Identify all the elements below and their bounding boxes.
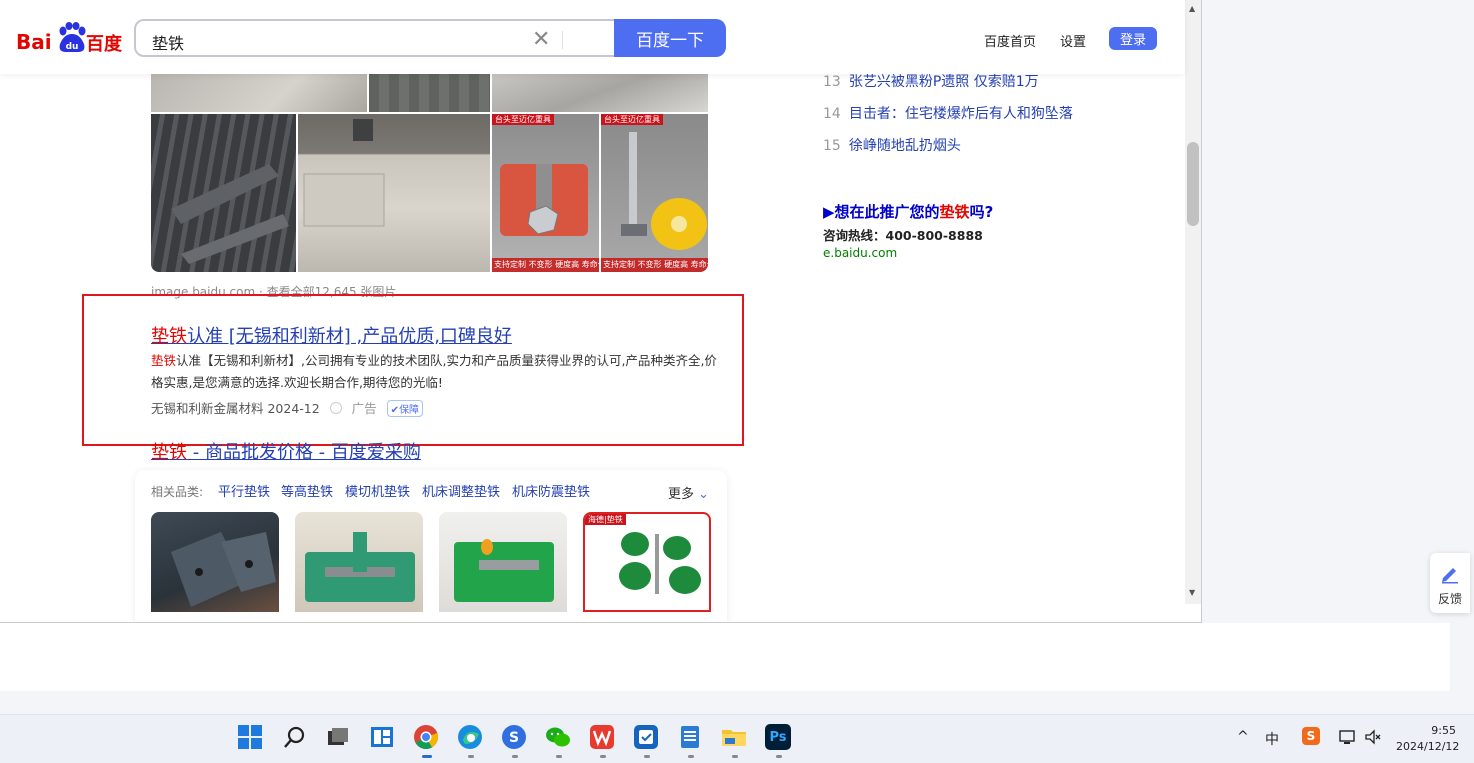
paw-icon: du — [59, 22, 86, 52]
chrome-icon[interactable] — [413, 724, 441, 758]
baidu-logo[interactable]: Bai du 百度 — [16, 22, 122, 56]
login-button[interactable]: 登录 — [1109, 27, 1157, 50]
windows-taskbar: S Ps ^ 中 S 9:55 2024/12/12 — [0, 714, 1474, 763]
category-image-4[interactable]: 海德|垫铁 — [583, 512, 711, 612]
hot-list-item[interactable]: 15 徐峥随地乱扔烟头 — [823, 135, 961, 155]
file-explorer-icon[interactable] — [721, 724, 749, 758]
svg-text:S: S — [509, 730, 519, 746]
result-image-wedges[interactable] — [151, 114, 296, 272]
result-image-red-shim[interactable]: 台头至迈亿重具 支持定制 不变形 硬度高 寿命长 — [492, 114, 599, 272]
pen-icon — [1442, 568, 1458, 584]
photoshop-icon[interactable]: Ps — [765, 724, 793, 758]
feedback-button[interactable]: 反馈 — [1430, 553, 1470, 613]
clock-date: 2024/12/12 — [1396, 740, 1460, 753]
scroll-down-icon[interactable]: ▼ — [1189, 588, 1195, 597]
clock-time: 9:55 — [1431, 724, 1456, 737]
home-link[interactable]: 百度首页 — [984, 31, 1036, 50]
hot-list-item[interactable]: 13 张艺兴被黑粉P遗照 仅索赔1万 — [823, 71, 1039, 91]
vertical-scrollbar[interactable]: ▲ ▼ — [1185, 0, 1201, 604]
promote-phone: 咨询热线：400-800-8888 — [823, 228, 983, 243]
search-query: 垫铁 — [152, 34, 185, 53]
browser-viewport: 台头至迈亿重具 支持定制 不变形 硬度高 寿命长 台头至迈亿重具 支持定制 不变… — [0, 0, 1202, 623]
svg-text:du: du — [66, 42, 79, 52]
chevron-down-icon: ⌄ — [694, 487, 710, 502]
category-image-1[interactable] — [151, 512, 279, 612]
ime-indicator[interactable]: 中 — [1265, 729, 1279, 749]
search-button[interactable]: 百度一下 — [614, 19, 726, 57]
task-view-icon[interactable] — [325, 724, 353, 752]
result-image-concrete[interactable] — [298, 114, 490, 272]
category-chip[interactable]: 平行垫铁 — [218, 481, 270, 500]
hot-list-item[interactable]: 14 目击者：住宅楼爆炸后有人和狗坠落 — [823, 103, 1073, 123]
result-image-leveling-foot[interactable]: 台头至迈亿重具 支持定制 不变形 硬度高 寿命长 — [601, 114, 708, 272]
network-icon[interactable] — [1339, 729, 1357, 749]
system-clock[interactable]: 9:55 2024/12/12 — [1396, 723, 1460, 755]
chevron-up-icon[interactable]: ^ — [1237, 729, 1249, 745]
volume-muted-icon[interactable] — [1364, 729, 1382, 749]
scroll-thumb[interactable] — [1187, 142, 1199, 226]
related-categories-card: 相关品类: 平行垫铁 等高垫铁 模切机垫铁 机床调整垫铁 机床防震垫铁 更多 ⌄… — [135, 470, 727, 622]
category-chip[interactable]: 等高垫铁 — [281, 481, 333, 500]
concrete-block — [303, 119, 385, 227]
widgets-icon[interactable] — [369, 724, 397, 752]
result-image-top-1[interactable] — [151, 74, 367, 112]
wedge-shapes — [171, 164, 289, 264]
scroll-up-icon[interactable]: ▲ — [1189, 4, 1195, 13]
search-input[interactable]: 垫铁 ✕ — [134, 19, 614, 57]
clear-icon[interactable]: ✕ — [532, 27, 550, 52]
page-blank-area — [0, 623, 1450, 691]
highlight-box — [82, 294, 744, 446]
search-icon[interactable] — [282, 724, 310, 752]
category-chip[interactable]: 机床调整垫铁 — [422, 481, 500, 500]
category-chip[interactable]: 模切机垫铁 — [345, 481, 410, 500]
red-shim-shape — [500, 164, 588, 236]
more-button[interactable]: 更多 ⌄ — [668, 483, 709, 502]
divider — [562, 31, 563, 49]
leveling-foot-shape — [621, 132, 707, 250]
category-chip[interactable]: 机床防震垫铁 — [512, 481, 590, 500]
notepad-icon[interactable] — [677, 724, 705, 758]
category-image-3[interactable] — [439, 512, 567, 612]
category-image-2[interactable] — [295, 512, 423, 612]
edge-icon[interactable] — [457, 724, 485, 758]
result-image-top-2[interactable] — [369, 74, 490, 112]
settings-link[interactable]: 设置 — [1060, 31, 1086, 50]
wechat-icon[interactable] — [545, 724, 573, 758]
image-rail-text: 支持定制 不变形 硬度高 寿命长 — [601, 258, 708, 272]
promote-domain[interactable]: e.baidu.com — [823, 246, 897, 260]
wps-icon[interactable] — [589, 724, 617, 758]
image-tag: 台头至迈亿重具 — [601, 114, 663, 125]
title-keyword: 垫铁 — [151, 442, 187, 463]
security-app-icon[interactable] — [633, 724, 661, 758]
result-image-top-3[interactable] — [492, 74, 708, 112]
related-label: 相关品类: — [151, 485, 204, 499]
image-rail-text: 支持定制 不变形 硬度高 寿命长 — [492, 258, 599, 272]
promote-link[interactable]: ▶想在此推广您的垫铁吗? — [823, 201, 993, 222]
result-title-aicaigou[interactable]: 垫铁 - 商品批发价格 - 百度爱采购 — [151, 438, 421, 464]
sogou-ime-icon[interactable]: S — [1302, 727, 1320, 745]
image-tag: 台头至迈亿重具 — [492, 114, 554, 125]
search-header: Bai du 百度 垫铁 ✕ 百度一下 百度首页 设置 登录 — [0, 0, 1185, 74]
start-icon[interactable] — [237, 724, 265, 752]
title-rest: - 商品批发价格 - 百度爱采购 — [187, 442, 421, 463]
sogou-browser-icon[interactable]: S — [501, 724, 529, 758]
image-tag: 海德|垫铁 — [585, 514, 626, 525]
